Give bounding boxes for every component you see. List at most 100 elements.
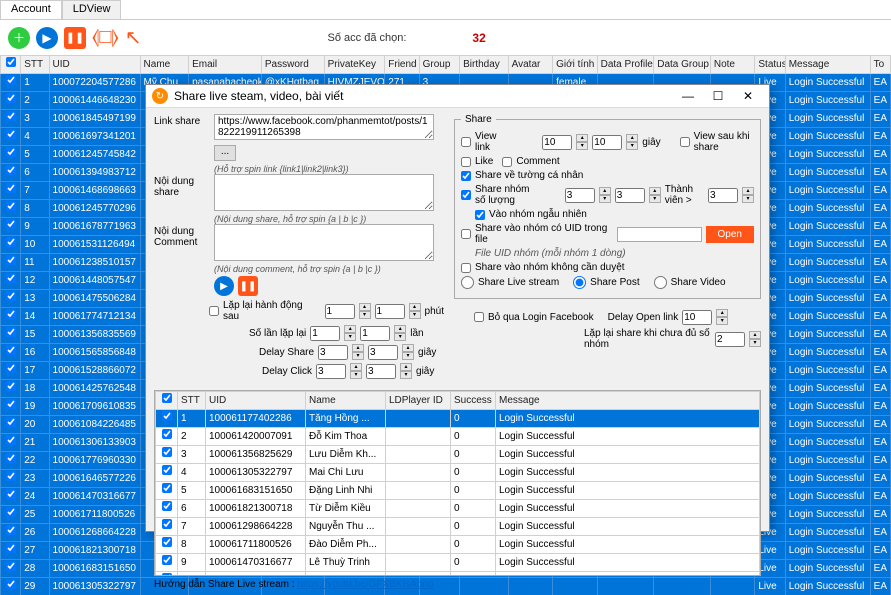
col-PrivateKey[interactable]: PrivateKey (324, 56, 385, 74)
modal-pause-button[interactable]: ❚❚ (238, 276, 258, 296)
nd-comment-input[interactable] (214, 224, 434, 261)
mt-col-STT[interactable]: STT (178, 392, 206, 410)
row-check[interactable] (6, 399, 16, 409)
mt-row-check[interactable] (162, 537, 172, 547)
row-check[interactable] (6, 489, 16, 499)
col-Group[interactable]: Group (419, 56, 459, 74)
row-check[interactable] (6, 147, 16, 157)
tab-account[interactable]: Account (0, 0, 62, 19)
col-Data Group[interactable]: Data Group (654, 56, 711, 74)
mt-row[interactable]: 9100061470316677Lê Thuỳ Trinh0Login Succ… (156, 554, 760, 572)
mt-col-Message[interactable]: Message (496, 392, 760, 410)
row-check[interactable] (6, 525, 16, 535)
row-check[interactable] (6, 543, 16, 553)
row-check[interactable] (6, 237, 16, 247)
cursor-icon[interactable]: ↖ (125, 25, 142, 50)
laplai-v[interactable] (715, 332, 745, 347)
row-check[interactable] (6, 309, 16, 319)
solan-v2[interactable] (360, 326, 390, 341)
view-n1[interactable] (542, 135, 572, 150)
mt-row[interactable]: 7100061298664228Nguyễn Thu ...0Login Suc… (156, 518, 760, 536)
row-check[interactable] (6, 273, 16, 283)
vibrate-icon[interactable]: ⦉□⦊ (92, 26, 119, 49)
mt-row-check[interactable] (162, 429, 172, 439)
mt-row-check[interactable] (162, 519, 172, 529)
row-check[interactable] (6, 129, 16, 139)
tv-v[interactable] (708, 188, 738, 203)
minimize-button[interactable]: — (673, 89, 703, 103)
mt-col-Success[interactable]: Success (451, 392, 496, 410)
row-check[interactable] (6, 363, 16, 373)
sn-v2[interactable] (615, 188, 645, 203)
sharenhom-check[interactable] (461, 190, 471, 200)
col-To[interactable]: To (870, 56, 890, 74)
repeat-v2[interactable] (375, 304, 405, 319)
mt-row[interactable]: 4100061305322797Mai Chi Lưu0Login Succes… (156, 464, 760, 482)
row-check[interactable] (6, 291, 16, 301)
delayclick-v2[interactable] (366, 364, 396, 379)
mt-row[interactable]: 1100061177402286Tăng Hồng ...0Login Succ… (156, 410, 760, 428)
row-check[interactable] (6, 255, 16, 265)
row-check[interactable] (6, 453, 16, 463)
col-Email[interactable]: Email (189, 56, 262, 74)
mt-row-check[interactable] (162, 411, 172, 421)
row-check[interactable] (6, 507, 16, 517)
mt-row[interactable]: 6100061821300718Từ Diễm Kiều0Login Succe… (156, 500, 760, 518)
col-Password[interactable]: Password (261, 56, 324, 74)
row-check[interactable] (6, 75, 16, 85)
boqua-check[interactable] (474, 312, 484, 322)
add-button[interactable]: ＋ (8, 27, 30, 49)
delayshare-v2[interactable] (368, 345, 398, 360)
col-Note[interactable]: Note (710, 56, 755, 74)
col-Avatar[interactable]: Avatar (508, 56, 553, 74)
nd-share-input[interactable] (214, 174, 434, 211)
vaonhom-check[interactable] (475, 210, 485, 220)
mt-row-check[interactable] (162, 555, 172, 565)
row-check[interactable] (6, 93, 16, 103)
radio-sharevideo[interactable] (654, 276, 667, 289)
delayclick-v1[interactable] (316, 364, 346, 379)
maximize-button[interactable]: ☐ (703, 89, 733, 103)
row-check[interactable] (6, 111, 16, 121)
sharetuong-check[interactable] (461, 171, 471, 181)
tab-ldview[interactable]: LDView (62, 0, 122, 19)
close-button[interactable]: ✕ (733, 89, 763, 103)
mt-col-LDPlayer ID[interactable]: LDPlayer ID (386, 392, 451, 410)
play-button[interactable]: ▶ (36, 27, 58, 49)
sn-v1[interactable] (565, 188, 595, 203)
col-STT[interactable]: STT (21, 56, 49, 74)
col-Data Profile[interactable]: Data Profile (597, 56, 654, 74)
mt-row[interactable]: 5100061683151650Đặng Linh Nhi0Login Succ… (156, 482, 760, 500)
row-check[interactable] (6, 345, 16, 355)
viewlink-check[interactable] (461, 137, 471, 147)
repeat-v1[interactable] (325, 304, 355, 319)
col-Friend[interactable]: Friend (385, 56, 419, 74)
col-UID[interactable]: UID (49, 56, 140, 74)
view-n2[interactable] (592, 135, 622, 150)
row-check[interactable] (6, 435, 16, 445)
like-check[interactable] (461, 157, 471, 167)
delayopen-v[interactable] (682, 310, 712, 325)
col-Message[interactable]: Message (785, 56, 870, 74)
row-check[interactable] (6, 471, 16, 481)
col-Birthday[interactable]: Birthday (460, 56, 509, 74)
mt-row[interactable]: 2100061420007091Đỗ Kim Thoa0Login Succes… (156, 428, 760, 446)
shareuid-check[interactable] (461, 229, 471, 239)
mt-row-check[interactable] (162, 447, 172, 457)
pause-button[interactable]: ❚❚ (64, 27, 86, 49)
row-check[interactable] (6, 327, 16, 337)
row-check[interactable] (6, 165, 16, 175)
tutorial-link[interactable]: https://youtu.be/GFXBKIsAbno (297, 579, 433, 590)
select-all[interactable] (6, 57, 16, 67)
col-Name[interactable]: Name (140, 56, 189, 74)
repeat-checkbox[interactable] (209, 306, 219, 316)
mt-select-all[interactable] (162, 393, 172, 403)
link-share-input[interactable]: https://www.facebook.com/phanmemtot/post… (214, 114, 434, 140)
row-check[interactable] (6, 201, 16, 211)
mt-col-Name[interactable]: Name (306, 392, 386, 410)
sharekhong-check[interactable] (461, 263, 471, 273)
row-check[interactable] (6, 381, 16, 391)
mt-row-check[interactable] (162, 465, 172, 475)
uid-file-input[interactable] (617, 227, 702, 242)
comment-check[interactable] (502, 157, 512, 167)
